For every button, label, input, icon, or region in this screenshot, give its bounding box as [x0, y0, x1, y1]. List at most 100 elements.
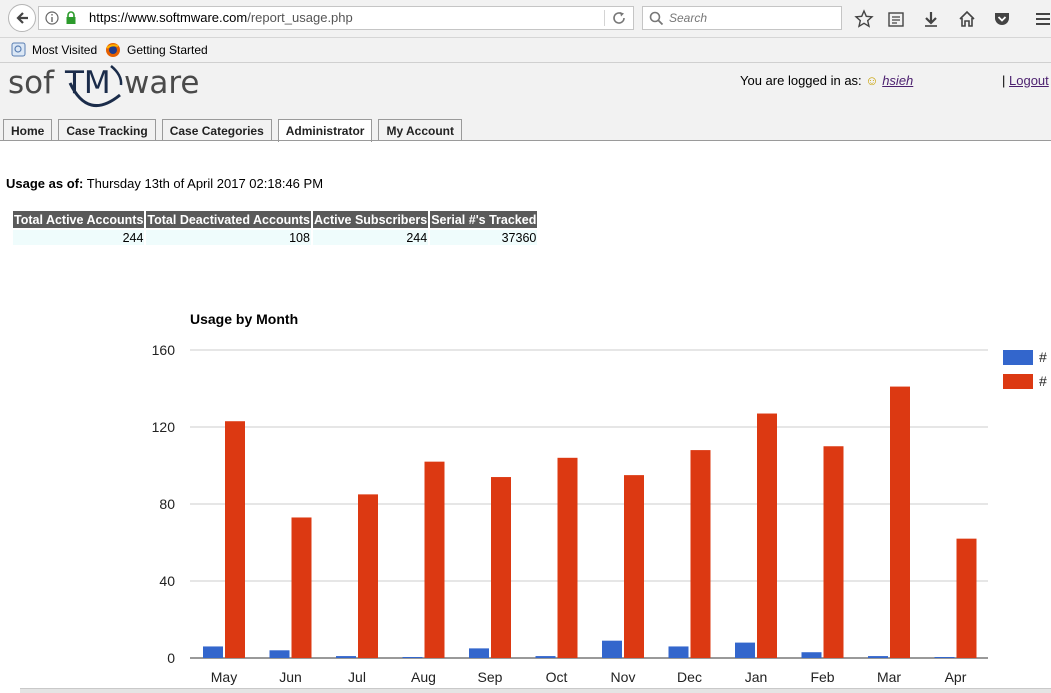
bar: [624, 475, 644, 658]
usage-chart: Usage by Month May Jun Jul Aug Sep Oct Nov Dec J…: [152, 311, 1047, 685]
chart-y-labels: 0 40 80 120 160: [152, 342, 176, 666]
smiley-icon: ☺: [865, 73, 879, 88]
search-placeholder: Search: [669, 11, 708, 25]
stats-header: Active Subscribers: [312, 211, 429, 228]
x-tick-label: Nov: [611, 669, 636, 685]
x-tick-label: Jan: [745, 669, 768, 685]
stats-value: 244: [312, 230, 429, 245]
back-arrow-icon: [16, 12, 28, 24]
bookmarks-bar: Most Visited Getting Started: [0, 38, 1051, 63]
site-header: sof TM ware You are logged in as: ☺ hsie…: [0, 63, 1051, 142]
chart-legend: ##: [1003, 349, 1047, 389]
bar: [690, 450, 711, 658]
x-tick-label: Aug: [411, 669, 436, 685]
y-tick-label: 120: [152, 419, 176, 435]
stats-value: 37360: [430, 230, 538, 245]
bar: [757, 413, 777, 658]
lock-icon: [66, 11, 76, 24]
y-tick-label: 40: [159, 573, 175, 589]
nav-divider: [0, 140, 1051, 141]
tab-my-account[interactable]: My Account: [378, 119, 463, 141]
x-tick-label: May: [211, 669, 237, 685]
y-tick-label: 80: [159, 496, 175, 512]
x-tick-label: Oct: [546, 669, 568, 685]
bookmark-getting-started[interactable]: Getting Started: [105, 42, 208, 58]
bar: [225, 421, 245, 658]
y-tick-label: 0: [167, 650, 175, 666]
bar: [469, 648, 489, 658]
bar: [203, 646, 223, 658]
legend-label: #: [1039, 349, 1047, 365]
legend-swatch: [1003, 374, 1033, 389]
chart-title: Usage by Month: [190, 311, 298, 327]
bar: [934, 657, 955, 658]
bar: [735, 642, 755, 658]
svg-text:ware: ware: [124, 65, 200, 101]
download-icon[interactable]: [921, 9, 941, 29]
star-icon[interactable]: [854, 9, 874, 29]
bookmark-folder-icon: [11, 42, 26, 57]
x-tick-label: Sep: [478, 669, 503, 685]
search-input[interactable]: Search: [642, 6, 842, 30]
bar: [823, 446, 844, 658]
stats-header: Serial #'s Tracked: [430, 211, 538, 228]
bar: [358, 494, 378, 658]
tab-administrator[interactable]: Administrator: [277, 119, 373, 142]
bookmark-label: Getting Started: [127, 43, 208, 57]
logout-separator: |: [1002, 73, 1006, 88]
svg-text:sof: sof: [8, 65, 55, 101]
url-divider: [604, 10, 605, 26]
bar: [535, 656, 556, 658]
stats-header-row: Total Active Accounts Total Deactivated …: [13, 211, 538, 228]
logout-area: | Logout: [1002, 73, 1049, 88]
chart-x-labels: May Jun Jul Aug Sep Oct Nov Dec Jan Feb Mar Apr: [211, 669, 967, 685]
bar: [956, 538, 977, 658]
logout-link[interactable]: Logout: [1009, 73, 1049, 88]
login-prefix: You are logged in as:: [740, 73, 862, 88]
home-icon[interactable]: [957, 9, 977, 29]
menu-icon[interactable]: [1033, 9, 1051, 29]
usage-label: Usage as of:: [6, 176, 84, 191]
main-nav: Home Case Tracking Case Categories Admin…: [3, 119, 463, 142]
stats-value: 244: [13, 230, 145, 245]
bar: [402, 657, 423, 658]
bar: [424, 461, 445, 658]
login-status: You are logged in as: ☺ hsieh: [740, 73, 913, 88]
stats-value-row: 244 108 244 37360: [13, 230, 538, 245]
tab-case-categories[interactable]: Case Categories: [161, 119, 272, 141]
bookmark-label: Most Visited: [32, 42, 98, 57]
info-icon[interactable]: [45, 10, 59, 26]
bar: [890, 386, 910, 658]
back-button[interactable]: [8, 4, 36, 32]
url-host: https://www.softmware.com: [89, 10, 248, 25]
tab-case-tracking[interactable]: Case Tracking: [58, 119, 156, 141]
url-path: /report_usage.php: [247, 10, 353, 25]
legend-label: #: [1039, 373, 1047, 389]
bar: [557, 457, 578, 658]
pocket-icon[interactable]: [992, 9, 1012, 29]
bar: [291, 517, 312, 658]
stats-header: Total Deactivated Accounts: [146, 211, 311, 228]
softmware-logo[interactable]: sof TM ware: [8, 63, 218, 115]
usage-timestamp: Usage as of: Thursday 13th of April 2017…: [6, 176, 323, 191]
x-tick-label: Apr: [945, 669, 967, 685]
x-tick-label: Jun: [279, 669, 302, 685]
stats-header: Total Active Accounts: [13, 211, 145, 228]
bookmark-most-visited[interactable]: Most Visited: [11, 42, 97, 57]
horizontal-scrollbar[interactable]: [20, 688, 1051, 693]
reload-icon[interactable]: [611, 10, 627, 26]
x-tick-label: Jul: [348, 669, 366, 685]
address-bar[interactable]: https://www.softmware.com/report_usage.p…: [38, 6, 634, 30]
y-tick-label: 160: [152, 342, 176, 358]
stats-table: Total Active Accounts Total Deactivated …: [11, 209, 539, 247]
stats-value: 108: [146, 230, 311, 245]
legend-swatch: [1003, 350, 1033, 365]
reading-list-icon[interactable]: [886, 9, 906, 29]
username-link[interactable]: hsieh: [882, 73, 913, 88]
firefox-icon: [106, 43, 120, 57]
x-tick-label: Dec: [677, 669, 702, 685]
usage-date: Thursday 13th of April 2017 02:18:46 PM: [86, 176, 324, 191]
bar: [269, 650, 290, 658]
tab-home[interactable]: Home: [3, 119, 53, 141]
search-icon: [649, 11, 664, 26]
